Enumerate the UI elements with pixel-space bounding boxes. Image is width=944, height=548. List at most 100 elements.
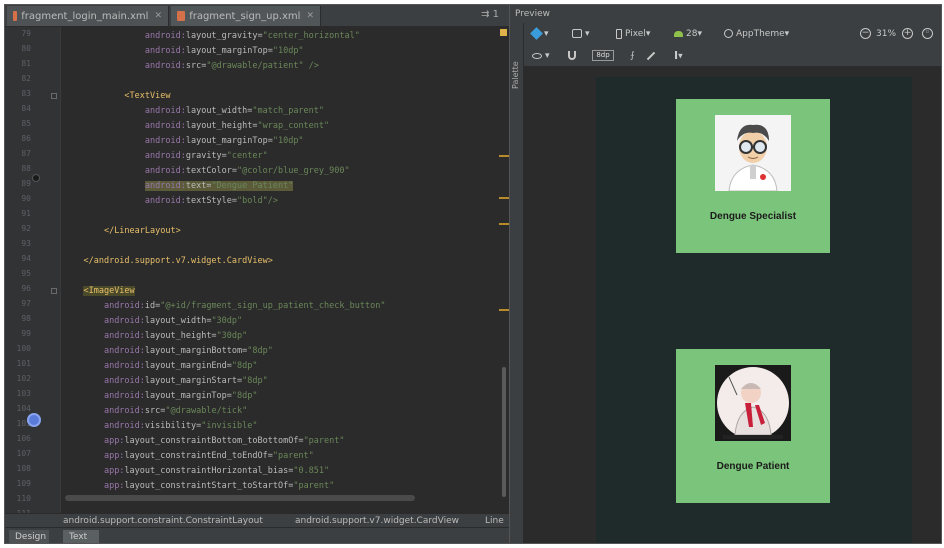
line-number: 79 xyxy=(21,29,31,38)
attr-namespace: android: xyxy=(144,46,186,56)
tab-fragment-sign-up[interactable]: fragment_sign_up.xml ✕ xyxy=(171,6,321,26)
fold-marker-icon[interactable] xyxy=(51,93,57,99)
breakpoint-icon[interactable] xyxy=(32,174,40,182)
attr-namespace: android: xyxy=(144,151,186,161)
code-line[interactable]: android:text="Dengue Patient" xyxy=(63,179,294,193)
infer-constraints-button[interactable] xyxy=(646,49,656,63)
line-number: 110 xyxy=(16,494,31,503)
code-line[interactable]: android:layout_marginTop="10dp" xyxy=(63,44,304,58)
theme-icon xyxy=(724,29,733,38)
design-surface-button[interactable]: ▾ xyxy=(530,27,549,41)
code-line[interactable]: <TextView xyxy=(63,89,170,103)
code-line[interactable]: app:layout_constraintHorizontal_bias="0.… xyxy=(63,464,329,478)
code-line[interactable]: android:layout_marginTop="10dp" xyxy=(63,134,304,148)
breadcrumb-item[interactable]: android.support.constraint.ConstraintLay… xyxy=(63,514,263,528)
horizontal-scrollbar[interactable] xyxy=(65,495,415,501)
api-level-selector[interactable]: 28▾ xyxy=(674,27,702,41)
attr-value: "0.851" xyxy=(293,466,330,476)
error-stripe xyxy=(497,27,509,513)
code-line[interactable]: android:layout_marginEnd="8dp" xyxy=(63,359,258,373)
zoom-in-button[interactable]: + xyxy=(902,27,913,41)
code-line[interactable]: <ImageView xyxy=(63,284,135,298)
breadcrumb-item[interactable]: Line xyxy=(485,514,504,528)
card-dengue-patient[interactable]: Dengue Patient xyxy=(676,349,830,503)
zoom-level: 31% xyxy=(876,29,897,39)
stripe-marker[interactable] xyxy=(499,309,509,311)
line-number: 97 xyxy=(21,299,31,308)
code-line[interactable]: android:layout_height="wrap_content" xyxy=(63,119,329,133)
close-icon[interactable]: ✕ xyxy=(154,11,162,21)
tab-overflow-icon[interactable]: ⇉ 1 xyxy=(481,9,499,20)
zoom-out-button[interactable]: − xyxy=(860,27,871,41)
line-number: 82 xyxy=(21,74,31,83)
line-number: 85 xyxy=(21,119,31,128)
code-line[interactable]: app:layout_constraintBottom_toBottomOf="… xyxy=(63,434,345,448)
code-line[interactable]: android:textColor="@color/blue_grey_900" xyxy=(63,164,350,178)
attr-name: gravity= xyxy=(185,151,227,161)
attr-namespace: android: xyxy=(103,316,145,326)
code-line[interactable]: app:layout_constraintEnd_toEndOf="parent… xyxy=(63,449,314,463)
stripe-marker[interactable] xyxy=(499,223,509,225)
tab-fragment-login-main[interactable]: fragment_login_main.xml ✕ xyxy=(7,6,169,26)
line-number: 88 xyxy=(21,164,31,173)
code-line[interactable]: android:layout_marginStart="8dp" xyxy=(63,374,268,388)
margin-icon: 8dp xyxy=(592,50,614,61)
line-number: 102 xyxy=(16,374,31,383)
orientation-button[interactable]: ▾ xyxy=(572,27,590,41)
tab-text[interactable]: Text xyxy=(63,530,99,543)
preview-toolbar-primary: ▾ ▾ Pixel▾ 28▾ AppTheme▾ − 31% + ◦ xyxy=(524,23,941,45)
code-line[interactable]: android:layout_gravity="center_horizonta… xyxy=(63,29,360,43)
attr-value: "wrap_content" xyxy=(257,121,330,131)
android-icon xyxy=(674,30,683,37)
line-number: 84 xyxy=(21,104,31,113)
close-icon[interactable]: ✕ xyxy=(306,11,314,21)
code-line[interactable]: </android.support.v7.widget.CardView> xyxy=(63,254,272,268)
code-line[interactable]: android:layout_width="match_parent" xyxy=(63,104,324,118)
code-line[interactable]: android:layout_width="30dp" xyxy=(63,314,242,328)
code-line[interactable]: android:gravity="center" xyxy=(63,149,268,163)
code-line[interactable]: android:id="@+id/fragment_sign_up_patien… xyxy=(63,299,385,313)
attr-namespace: android: xyxy=(144,106,186,116)
code-area[interactable]: android:layout_gravity="center_horizonta… xyxy=(63,27,493,513)
palette-tab[interactable]: Palette xyxy=(511,49,523,89)
fold-marker-icon[interactable] xyxy=(51,288,57,294)
clear-constraints-button[interactable]: ⨍ xyxy=(630,49,635,63)
line-number: 108 xyxy=(16,464,31,473)
card-dengue-specialist[interactable]: Dengue Specialist xyxy=(676,99,830,253)
autoconnect-button[interactable] xyxy=(568,49,576,63)
code-line[interactable]: android:layout_marginBottom="8dp" xyxy=(63,344,273,358)
tab-design[interactable]: Design xyxy=(9,530,49,543)
attr-namespace: android: xyxy=(103,346,145,356)
code-line[interactable]: android:layout_height="30dp" xyxy=(63,329,247,343)
breadcrumb-item[interactable]: android.support.v7.widget.CardView xyxy=(295,514,459,528)
attr-namespace: android: xyxy=(144,121,186,131)
code-line[interactable]: android:visibility="invisible" xyxy=(63,419,258,433)
attr-value: "bold"/> xyxy=(237,196,278,206)
xml-file-icon xyxy=(13,11,18,21)
attr-name: layout_constraintBottom_toBottomOf= xyxy=(124,436,304,446)
view-options-button[interactable]: ▾ xyxy=(532,49,550,63)
attr-namespace: android: xyxy=(103,406,145,416)
warning-indicator-icon[interactable] xyxy=(500,29,507,36)
code-line[interactable]: android:src="@drawable/patient" /> xyxy=(63,59,319,73)
device-selector[interactable]: Pixel▾ xyxy=(616,27,650,41)
text-baseline-button[interactable]: I▾ xyxy=(674,49,683,63)
eye-icon xyxy=(532,52,542,59)
theme-selector[interactable]: AppTheme▾ xyxy=(724,27,789,41)
code-line[interactable]: android:layout_marginTop="8dp" xyxy=(63,389,258,403)
vertical-scrollbar[interactable] xyxy=(502,367,506,497)
stripe-marker[interactable] xyxy=(499,197,509,199)
line-number: 89 xyxy=(21,179,31,188)
code-line[interactable]: android:src="@drawable/tick" xyxy=(63,404,247,418)
code-line[interactable]: app:layout_constraintStart_toStartOf="pa… xyxy=(63,479,334,493)
zoom-fit-icon: ◦ xyxy=(922,28,933,39)
stripe-marker[interactable] xyxy=(499,155,509,157)
image-preview-icon[interactable] xyxy=(27,413,41,427)
code-line[interactable]: android:textStyle="bold"/> xyxy=(63,194,278,208)
attr-name: layout_marginBottom= xyxy=(144,346,248,356)
zoom-fit-button[interactable]: ◦ xyxy=(922,27,933,41)
code-line[interactable]: </LinearLayout> xyxy=(63,224,181,238)
default-margin-button[interactable]: 8dp xyxy=(592,49,614,63)
